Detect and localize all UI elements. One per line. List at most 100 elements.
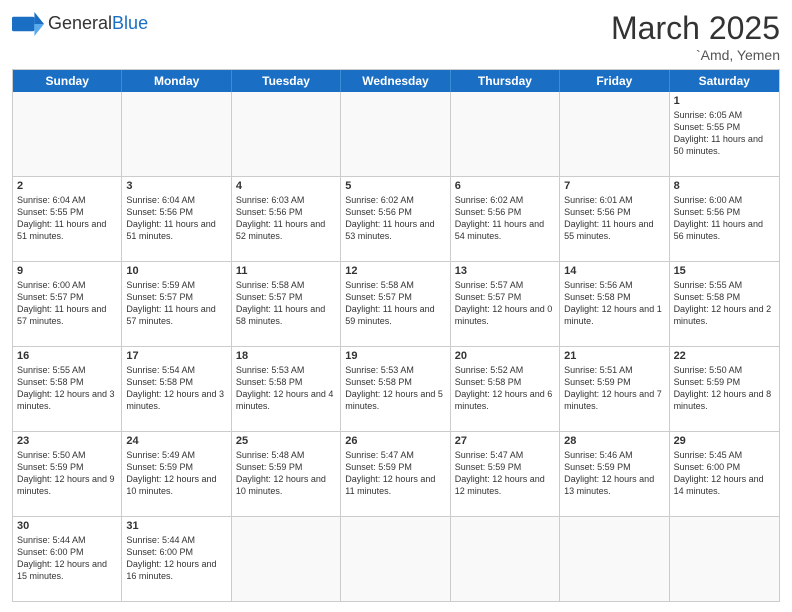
day-content: Sunrise: 5:58 AM Sunset: 5:57 PM Dayligh… (236, 279, 336, 328)
day-content: Sunrise: 6:01 AM Sunset: 5:56 PM Dayligh… (564, 194, 664, 243)
day-content: Sunrise: 5:50 AM Sunset: 5:59 PM Dayligh… (17, 449, 117, 498)
calendar-day-13: 13Sunrise: 5:57 AM Sunset: 5:57 PM Dayli… (451, 262, 560, 346)
calendar-day-22: 22 Sunrise: 5:50 AM Sunset: 5:59 PM Dayli… (670, 347, 779, 431)
day-content: Sunrise: 5:48 AM Sunset: 5:59 PM Dayligh… (236, 449, 336, 498)
location: `Amd, Yemen (611, 47, 780, 63)
day-content: Sunrise: 5:49 AM Sunset: 5:59 PM Dayligh… (126, 449, 226, 498)
day-number: 13 (455, 265, 555, 277)
day-content: Sunrise: 5:45 AM Sunset: 6:00 PM Dayligh… (674, 449, 775, 498)
calendar-day-31: 31Sunrise: 5:44 AM Sunset: 6:00 PM Dayli… (122, 517, 231, 601)
day-number: 30 (17, 520, 117, 532)
day-header-saturday: Saturday (670, 70, 779, 92)
calendar-empty-cell (451, 517, 560, 601)
day-number: 6 (455, 180, 555, 192)
day-content: Sunrise: 5:46 AM Sunset: 5:59 PM Dayligh… (564, 449, 664, 498)
calendar-day-6: 6Sunrise: 6:02 AM Sunset: 5:56 PM Daylig… (451, 177, 560, 261)
calendar-day-12: 12 Sunrise: 5:58 AM Sunset: 5:57 PM Dayli… (341, 262, 450, 346)
calendar-day-30: 30Sunrise: 5:44 AM Sunset: 6:00 PM Dayli… (13, 517, 122, 601)
calendar-day-10: 10Sunrise: 5:59 AM Sunset: 5:57 PM Dayli… (122, 262, 231, 346)
day-number: 4 (236, 180, 336, 192)
calendar-empty-cell (232, 92, 341, 176)
calendar-day-19: 19Sunrise: 5:53 AM Sunset: 5:58 PM Dayli… (341, 347, 450, 431)
calendar-day-4: 4Sunrise: 6:03 AM Sunset: 5:56 PM Daylig… (232, 177, 341, 261)
calendar-day-9: 9 Sunrise: 6:00 AM Sunset: 5:57 PM Daylig… (13, 262, 122, 346)
day-number: 9 (17, 265, 117, 277)
day-number: 17 (126, 350, 226, 362)
calendar-week-4: 23 Sunrise: 5:50 AM Sunset: 5:59 PM Dayli… (13, 431, 779, 516)
calendar-day-7: 7Sunrise: 6:01 AM Sunset: 5:56 PM Daylig… (560, 177, 669, 261)
day-number: 21 (564, 350, 664, 362)
header: GeneralBlue March 2025 `Amd, Yemen (12, 10, 780, 63)
day-number: 27 (455, 435, 555, 447)
calendar-empty-cell (560, 517, 669, 601)
calendar-day-8: 8 Sunrise: 6:00 AM Sunset: 5:56 PM Daylig… (670, 177, 779, 261)
day-content: Sunrise: 5:54 AM Sunset: 5:58 PM Dayligh… (126, 364, 226, 413)
day-number: 22 (674, 350, 775, 362)
day-header-friday: Friday (560, 70, 669, 92)
page: GeneralBlue March 2025 `Amd, Yemen Sunda… (0, 0, 792, 612)
generalblue-logo-icon (12, 10, 44, 38)
day-content: Sunrise: 5:55 AM Sunset: 5:58 PM Dayligh… (17, 364, 117, 413)
calendar-day-15: 15 Sunrise: 5:55 AM Sunset: 5:58 PM Dayli… (670, 262, 779, 346)
day-content: Sunrise: 5:51 AM Sunset: 5:59 PM Dayligh… (564, 364, 664, 413)
calendar-header: SundayMondayTuesdayWednesdayThursdayFrid… (13, 70, 779, 92)
day-number: 28 (564, 435, 664, 447)
day-content: Sunrise: 6:00 AM Sunset: 5:56 PM Dayligh… (674, 194, 775, 243)
calendar: SundayMondayTuesdayWednesdayThursdayFrid… (12, 69, 780, 602)
day-number: 8 (674, 180, 775, 192)
day-header-thursday: Thursday (451, 70, 560, 92)
day-number: 16 (17, 350, 117, 362)
day-content: Sunrise: 6:04 AM Sunset: 5:56 PM Dayligh… (126, 194, 226, 243)
day-content: Sunrise: 5:47 AM Sunset: 5:59 PM Dayligh… (455, 449, 555, 498)
day-number: 31 (126, 520, 226, 532)
day-header-wednesday: Wednesday (341, 70, 450, 92)
day-content: Sunrise: 5:55 AM Sunset: 5:58 PM Dayligh… (674, 279, 775, 328)
calendar-day-27: 27 Sunrise: 5:47 AM Sunset: 5:59 PM Dayli… (451, 432, 560, 516)
calendar-empty-cell (451, 92, 560, 176)
logo: GeneralBlue (12, 10, 148, 38)
calendar-week-1: 2 Sunrise: 6:04 AM Sunset: 5:55 PM Daylig… (13, 176, 779, 261)
calendar-day-18: 18 Sunrise: 5:53 AM Sunset: 5:58 PM Dayli… (232, 347, 341, 431)
day-content: Sunrise: 6:05 AM Sunset: 5:55 PM Dayligh… (674, 109, 775, 158)
day-content: Sunrise: 5:53 AM Sunset: 5:58 PM Dayligh… (345, 364, 445, 413)
day-content: Sunrise: 5:50 AM Sunset: 5:59 PM Dayligh… (674, 364, 775, 413)
calendar-week-5: 30Sunrise: 5:44 AM Sunset: 6:00 PM Dayli… (13, 516, 779, 601)
calendar-day-2: 2 Sunrise: 6:04 AM Sunset: 5:55 PM Daylig… (13, 177, 122, 261)
day-content: Sunrise: 5:56 AM Sunset: 5:58 PM Dayligh… (564, 279, 664, 328)
day-number: 12 (345, 265, 445, 277)
day-content: Sunrise: 6:00 AM Sunset: 5:57 PM Dayligh… (17, 279, 117, 328)
calendar-empty-cell (560, 92, 669, 176)
day-number: 3 (126, 180, 226, 192)
calendar-day-24: 24 Sunrise: 5:49 AM Sunset: 5:59 PM Dayli… (122, 432, 231, 516)
calendar-week-0: 1Sunrise: 6:05 AM Sunset: 5:55 PM Daylig… (13, 92, 779, 176)
day-header-tuesday: Tuesday (232, 70, 341, 92)
day-number: 14 (564, 265, 664, 277)
calendar-empty-cell (341, 517, 450, 601)
month-title: March 2025 (611, 10, 780, 47)
calendar-empty-cell (341, 92, 450, 176)
day-number: 10 (126, 265, 226, 277)
calendar-body: 1Sunrise: 6:05 AM Sunset: 5:55 PM Daylig… (13, 92, 779, 601)
day-number: 25 (236, 435, 336, 447)
calendar-week-2: 9 Sunrise: 6:00 AM Sunset: 5:57 PM Daylig… (13, 261, 779, 346)
calendar-day-16: 16 Sunrise: 5:55 AM Sunset: 5:58 PM Dayli… (13, 347, 122, 431)
day-content: Sunrise: 5:53 AM Sunset: 5:58 PM Dayligh… (236, 364, 336, 413)
calendar-empty-cell (13, 92, 122, 176)
day-number: 20 (455, 350, 555, 362)
day-number: 18 (236, 350, 336, 362)
day-number: 15 (674, 265, 775, 277)
logo-text: GeneralBlue (48, 14, 148, 34)
calendar-day-25: 25 Sunrise: 5:48 AM Sunset: 5:59 PM Dayli… (232, 432, 341, 516)
calendar-day-17: 17 Sunrise: 5:54 AM Sunset: 5:58 PM Dayli… (122, 347, 231, 431)
day-number: 23 (17, 435, 117, 447)
calendar-day-5: 5Sunrise: 6:02 AM Sunset: 5:56 PM Daylig… (341, 177, 450, 261)
day-content: Sunrise: 5:58 AM Sunset: 5:57 PM Dayligh… (345, 279, 445, 328)
calendar-day-29: 29Sunrise: 5:45 AM Sunset: 6:00 PM Dayli… (670, 432, 779, 516)
day-content: Sunrise: 6:04 AM Sunset: 5:55 PM Dayligh… (17, 194, 117, 243)
calendar-day-14: 14 Sunrise: 5:56 AM Sunset: 5:58 PM Dayli… (560, 262, 669, 346)
calendar-day-26: 26Sunrise: 5:47 AM Sunset: 5:59 PM Dayli… (341, 432, 450, 516)
calendar-day-11: 11Sunrise: 5:58 AM Sunset: 5:57 PM Dayli… (232, 262, 341, 346)
day-number: 5 (345, 180, 445, 192)
day-number: 2 (17, 180, 117, 192)
day-number: 24 (126, 435, 226, 447)
